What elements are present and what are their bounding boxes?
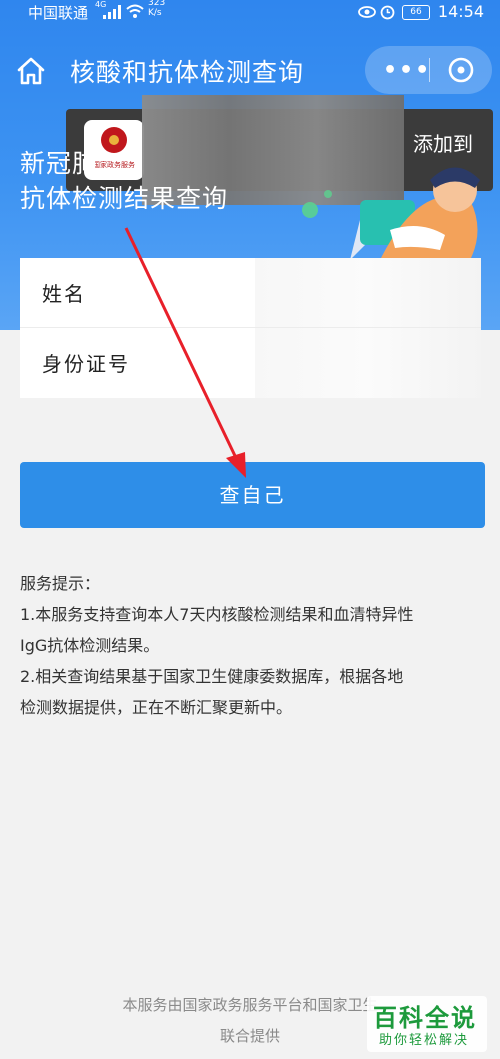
net-speed-unit: K/s [148,8,162,18]
wifi-icon [126,4,144,18]
net-speed: 323 K/s [148,0,165,18]
more-button[interactable]: ••• [383,58,431,83]
watermark-title: 百科全说 [373,1004,477,1032]
close-miniapp-icon[interactable] [447,56,475,84]
tips-line: 1.本服务支持查询本人7天内核酸检测结果和血清特异性 [20,605,414,624]
miniapp-capsule: ••• [365,46,492,94]
net-speed-value: 323 [148,0,166,8]
carrier-name: 中国联通 [28,4,89,22]
alarm-icon [380,5,395,20]
query-form: 姓名 身份证号 [20,258,481,398]
watermark-subtitle: 助你轻松解决 [379,1033,470,1048]
page-title: 核酸和抗体检测查询 [70,58,305,87]
tips-line: 2.相关查询结果基于国家卫生健康委数据库，根据各地 [20,667,404,686]
title-bar: 核酸和抗体检测查询 ••• [0,40,500,100]
hero-heading: 新冠肺 抗体检测结果查询 [20,146,228,216]
service-tips: 服务提示： 1.本服务支持查询本人7天内核酸检测结果和血清特异性 IgG抗体检测… [20,568,490,723]
id-value-blurred[interactable] [255,328,481,398]
name-value-blurred[interactable] [255,258,481,327]
status-bar: 中国联通 4G 323 K/s 66 14:54 [0,0,500,24]
hero-line-1: 新冠肺 [20,149,99,178]
id-number-label: 身份证号 [42,352,130,376]
tips-line: IgG抗体检测结果。 [20,636,160,655]
capsule-divider [429,58,430,82]
eye-comfort-icon [358,6,376,18]
doctor-illustration [302,167,480,260]
network-type: 4G [95,0,107,9]
tips-heading: 服务提示： [20,574,101,593]
home-icon[interactable] [16,56,46,86]
baike-watermark: 百科全说 助你轻松解决 [367,996,487,1052]
name-label: 姓名 [42,282,86,306]
hero-line-2: 抗体检测结果查询 [20,184,229,213]
query-self-button[interactable]: 查自己 [20,462,485,528]
tips-line: 检测数据提供，正在不断汇聚更新中。 [20,698,293,717]
clock: 14:54 [437,2,484,21]
battery-indicator: 66 [402,5,430,20]
add-to-button[interactable]: 添加到 [413,128,473,157]
